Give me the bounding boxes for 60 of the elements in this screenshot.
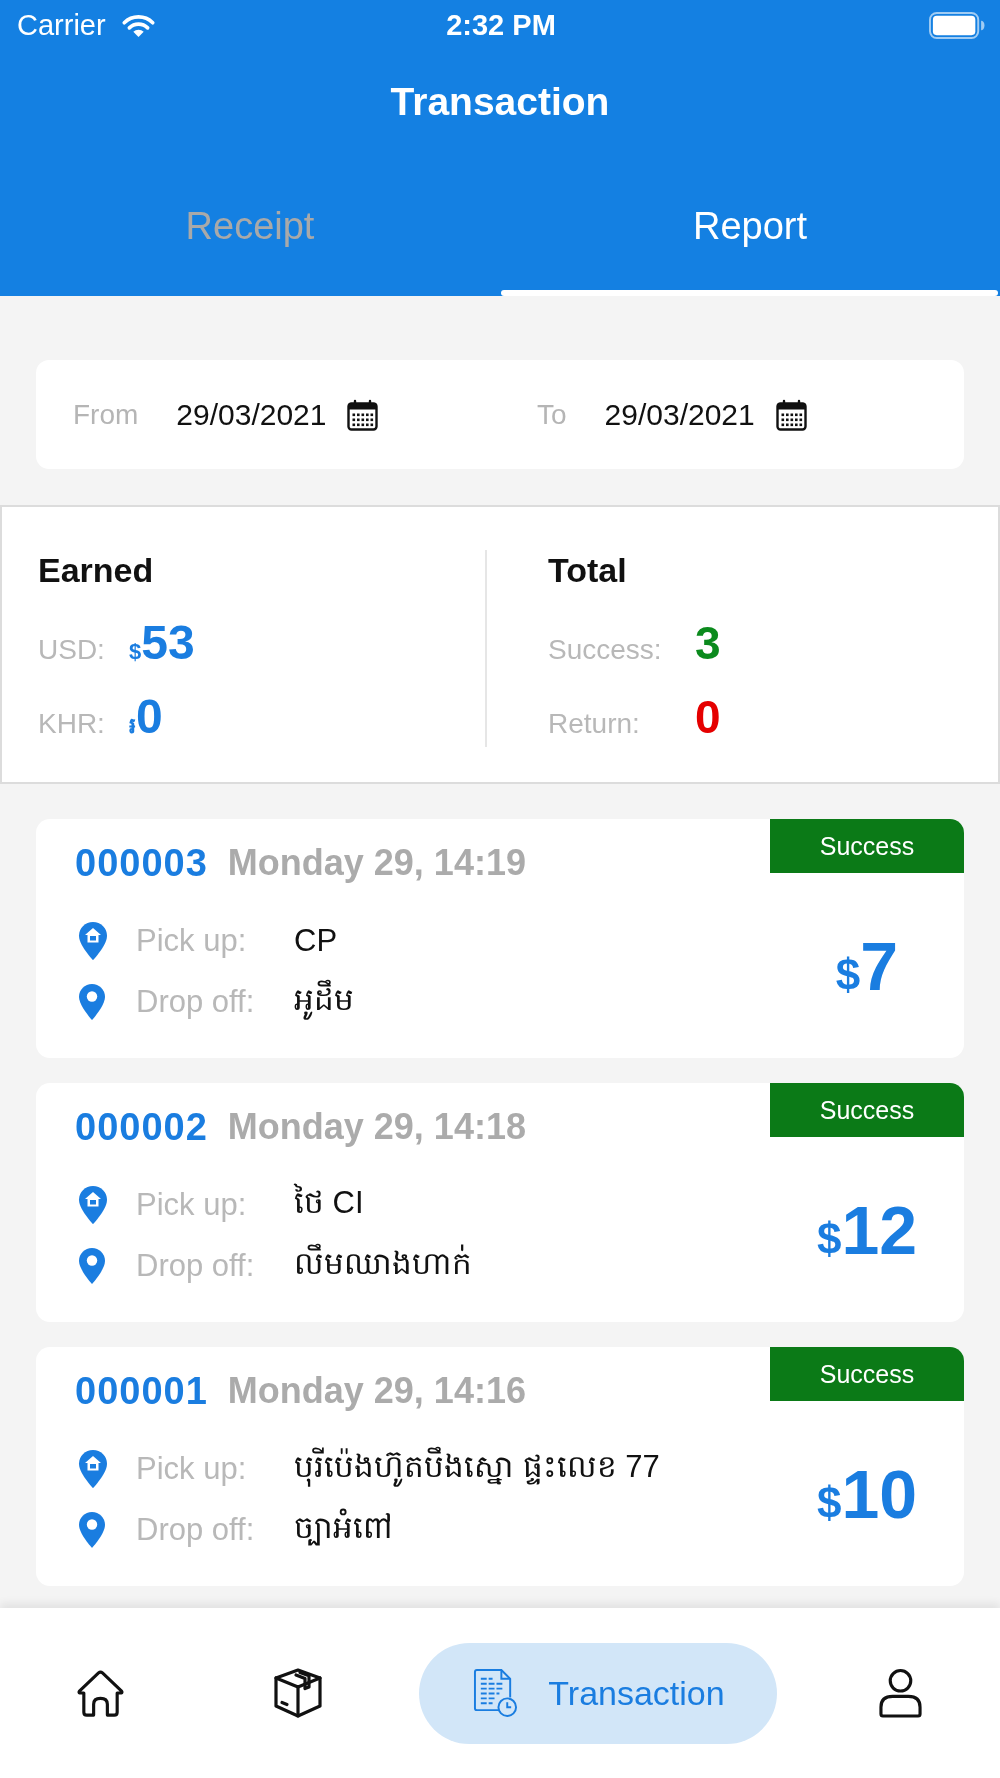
house-pin-icon bbox=[78, 1449, 108, 1489]
wifi-icon bbox=[120, 12, 156, 38]
dropoff-label: Drop off: bbox=[136, 984, 256, 1020]
count-label: Success: bbox=[548, 633, 663, 667]
pickup-address: ថៃ CI bbox=[294, 1182, 365, 1222]
status-badge: Success bbox=[770, 1347, 964, 1401]
carrier-name: Carrier bbox=[17, 8, 106, 42]
date-label: From bbox=[73, 398, 139, 431]
count-value: 3 bbox=[695, 616, 721, 671]
pin-icon bbox=[78, 1247, 106, 1285]
nav-tab[interactable] bbox=[878, 1667, 922, 1719]
pickup-address: បុរីប៉េងហ៊ូតបឹងស្នោ ផ្ទះលេខ 77 bbox=[294, 1446, 770, 1492]
dropoff-label: Drop off: bbox=[136, 1512, 256, 1548]
dropoff-address: ច្បាអំពៅ bbox=[294, 1507, 394, 1548]
order-number: 000002 bbox=[75, 1105, 208, 1149]
calendar-icon bbox=[347, 398, 379, 431]
battery-icon bbox=[929, 11, 985, 39]
status-badge: Success bbox=[770, 819, 964, 873]
pin-icon bbox=[78, 983, 106, 1021]
pickup-label: Pick up: bbox=[136, 1451, 248, 1487]
count-value: 0 bbox=[695, 690, 721, 745]
count-label: Return: bbox=[548, 707, 641, 741]
house-pin-icon bbox=[78, 1185, 108, 1225]
pickup-label: Pick up: bbox=[136, 923, 248, 959]
date-field[interactable]: 29/03/2021 bbox=[604, 397, 807, 432]
dropoff-label: Drop off: bbox=[136, 1248, 256, 1284]
currency-label: KHR: bbox=[38, 707, 106, 741]
tab[interactable]: Report bbox=[500, 154, 1000, 296]
price: $10 bbox=[816, 1454, 918, 1533]
box-icon bbox=[272, 1667, 324, 1719]
dropoff-address: លឹមឈាងហាក់ bbox=[294, 1243, 473, 1283]
price: $7 bbox=[835, 926, 899, 1005]
section-title: Earned bbox=[38, 550, 154, 590]
transaction-card[interactable]: 000002 Monday 29, 14:18 Pick up: ថៃ CI Drop off: លឹមឈាងហាក់ Success $12 bbox=[36, 1083, 964, 1322]
dropoff-address: អូដឹម bbox=[294, 979, 770, 1025]
house-pin-icon bbox=[78, 921, 108, 961]
earned-amount: $53 bbox=[129, 615, 195, 671]
currency-label: USD: bbox=[38, 633, 106, 667]
screen-title: Transaction bbox=[390, 80, 610, 124]
order-date: Monday 29, 14:18 bbox=[227, 1106, 526, 1148]
section-title: Total bbox=[548, 550, 627, 590]
transaction-card[interactable]: 000003 Monday 29, 14:19 Pick up: CP Drop off: អូដឹម Success $7 bbox=[36, 819, 964, 1058]
earned-amount: ៛0 bbox=[129, 689, 163, 745]
pin-icon bbox=[78, 1511, 106, 1549]
order-date: Monday 29, 14:19 bbox=[227, 842, 526, 884]
price: $12 bbox=[816, 1190, 918, 1269]
clock-time: 2:32 PM bbox=[446, 8, 556, 42]
document-clock-icon bbox=[473, 1668, 519, 1718]
date-field[interactable]: 29/03/2021 bbox=[176, 397, 379, 432]
nav-tab[interactable] bbox=[272, 1667, 324, 1719]
status-badge: Success bbox=[770, 1083, 964, 1137]
transaction-card[interactable]: 000001 Monday 29, 14:16 Pick up: បុរីប៉េងហ៊ូតបឹងស្នោ ផ្ទះលេខ 77 Drop off: ច្បាអំពៅ Success $10 bbox=[36, 1347, 964, 1586]
order-number: 000001 bbox=[75, 1369, 208, 1413]
order-number: 000003 bbox=[75, 841, 208, 885]
pickup-address: CP bbox=[294, 923, 339, 959]
order-date: Monday 29, 14:16 bbox=[227, 1370, 526, 1412]
calendar-icon bbox=[775, 398, 807, 431]
person-icon bbox=[878, 1667, 922, 1719]
pickup-label: Pick up: bbox=[136, 1187, 248, 1223]
date-label: To bbox=[537, 398, 567, 431]
